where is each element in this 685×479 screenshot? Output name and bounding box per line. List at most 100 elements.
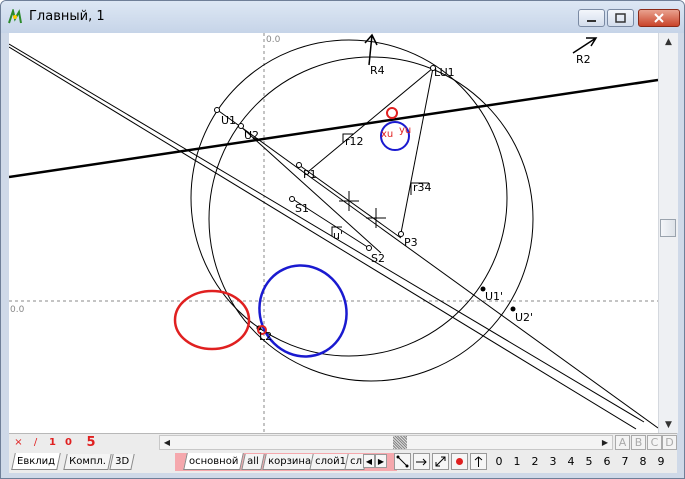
line-u1-u2p[interactable]	[215, 108, 658, 429]
point-s2[interactable]	[366, 245, 372, 251]
label-r2: R2	[576, 53, 591, 66]
digit-7[interactable]: 7	[617, 455, 633, 468]
horizontal-scrollbar[interactable]: ◀ ▶	[159, 435, 613, 450]
view-d-button[interactable]: D	[662, 435, 677, 450]
layers-prev-button[interactable]: ◀	[363, 454, 375, 468]
view-b-button[interactable]: B	[631, 435, 646, 450]
scroll-right-button[interactable]: ▶	[598, 436, 612, 449]
tab-complex[interactable]: Компл.	[63, 454, 112, 470]
red-ellipse[interactable]	[173, 289, 251, 351]
current-value: 5	[86, 435, 96, 450]
thick-line[interactable]	[9, 78, 658, 179]
maximize-button[interactable]	[607, 9, 634, 27]
label-u: u'	[333, 229, 343, 242]
digit-6[interactable]: 6	[599, 455, 615, 468]
bottom-tabs-toolbar: Евклид Компл. 3D основной all корзина сл…	[9, 451, 677, 473]
digit-3[interactable]: 3	[545, 455, 561, 468]
label-u1p: U1'	[485, 290, 503, 303]
ray-arrow-icon	[416, 458, 427, 466]
digit-9[interactable]: 9	[653, 455, 669, 468]
app-window: Главный, 1 0.0 0.0 R4 LU1 R2 U1 U2 r12 P…	[0, 0, 685, 479]
chevron-right-icon: ▶	[377, 456, 385, 466]
minimize-icon	[587, 20, 596, 22]
point-p3[interactable]	[398, 231, 404, 237]
label-u1: U1	[221, 114, 236, 127]
label-s2: S2	[371, 252, 385, 265]
minimize-button[interactable]	[578, 9, 605, 27]
close-button[interactable]	[638, 9, 680, 27]
scroll-down-button[interactable]: ▼	[659, 416, 678, 433]
line-lu1-p3[interactable]	[400, 67, 434, 234]
blue-ellipse[interactable]	[245, 251, 362, 371]
label-s1: S1	[295, 202, 309, 215]
y-axis-origin-label: 0.0	[266, 35, 281, 45]
point-u2[interactable]	[238, 123, 244, 129]
point-u1[interactable]	[214, 107, 220, 113]
segment-tool-button[interactable]	[394, 453, 411, 470]
label-r34: r34	[413, 181, 432, 194]
label-u2: U2	[244, 129, 259, 142]
chevron-up-icon: ▲	[665, 36, 672, 47]
digit-2[interactable]: 2	[527, 455, 543, 468]
point-p1[interactable]	[296, 162, 302, 168]
horizontal-scroll-thumb[interactable]	[393, 436, 407, 449]
long-line-a[interactable]	[9, 46, 637, 430]
double-arrow-icon	[435, 456, 446, 467]
geometry-drawing: 0.0 0.0 R4 LU1 R2 U1 U2 r12 P1 r34 S1 u'…	[9, 33, 658, 433]
maximize-icon	[615, 13, 626, 23]
layers-next-button[interactable]: ▶	[375, 454, 387, 468]
x-axis-origin-label: 0.0	[10, 305, 25, 315]
drawing-canvas[interactable]: 0.0 0.0 R4 LU1 R2 U1 U2 r12 P1 r34 S1 u'…	[9, 33, 658, 433]
clear-x-button[interactable]: ×	[11, 435, 26, 450]
r2-arrow	[572, 37, 598, 54]
center-cross-1	[339, 191, 359, 211]
chevron-left-icon: ◀	[365, 456, 373, 466]
digit-0[interactable]: 0	[491, 455, 507, 468]
vertical-scroll-thumb[interactable]	[660, 219, 676, 237]
tab-layer-main[interactable]: основной	[183, 453, 245, 470]
app-logo-icon	[8, 9, 22, 24]
line-tool-button[interactable]: /	[28, 435, 43, 450]
label-l2: L2	[259, 330, 272, 343]
tab-layer-all[interactable]: all	[241, 454, 265, 470]
label-lu1: LU1	[434, 66, 455, 79]
scroll-up-button[interactable]: ▲	[659, 33, 678, 50]
value-one-button[interactable]: 1	[45, 435, 60, 450]
label-r4: R4	[370, 64, 385, 77]
view-c-button[interactable]: C	[647, 435, 662, 450]
segment-icon	[396, 455, 409, 468]
digit-4[interactable]: 4	[563, 455, 579, 468]
line-p1-lu1[interactable]	[308, 67, 434, 172]
arrow-up-icon	[474, 456, 483, 467]
digit-1[interactable]: 1	[509, 455, 525, 468]
close-icon	[654, 13, 664, 23]
title-bar[interactable]: Главный, 1	[1, 1, 684, 33]
label-xu: xu	[381, 129, 393, 140]
point-tool-button[interactable]	[451, 453, 468, 470]
value-zero-button[interactable]: 0	[61, 435, 76, 450]
small-red-circle[interactable]	[386, 107, 398, 119]
digit-5[interactable]: 5	[581, 455, 597, 468]
chevron-left-icon: ◀	[163, 438, 171, 447]
r4-arrow	[364, 33, 378, 66]
ray-tool-button[interactable]	[413, 453, 430, 470]
long-line-b[interactable]	[9, 43, 645, 423]
chevron-right-icon: ▶	[601, 438, 609, 447]
digit-8[interactable]: 8	[635, 455, 651, 468]
tab-layer-trash[interactable]: корзина	[262, 454, 317, 470]
label-yu: yu	[399, 125, 411, 136]
label-u2p: U2'	[515, 311, 533, 324]
scroll-left-button[interactable]: ◀	[160, 436, 174, 449]
vector-tool-button[interactable]	[432, 453, 449, 470]
point-s1[interactable]	[289, 196, 295, 202]
window-title: Главный, 1	[29, 9, 105, 24]
status-toolbar: × / 1 0 5 ◀ ▶ A B C D	[9, 433, 677, 452]
red-point-icon	[456, 458, 463, 465]
tab-euclid[interactable]: Евклид	[11, 453, 61, 470]
tab-3d[interactable]: 3D	[109, 454, 135, 470]
view-a-button[interactable]: A	[615, 435, 630, 450]
vertical-scrollbar[interactable]: ▲ ▼	[658, 33, 678, 433]
label-p3: P3	[404, 236, 418, 249]
up-tool-button[interactable]	[470, 453, 487, 470]
label-p1: P1	[303, 168, 317, 181]
